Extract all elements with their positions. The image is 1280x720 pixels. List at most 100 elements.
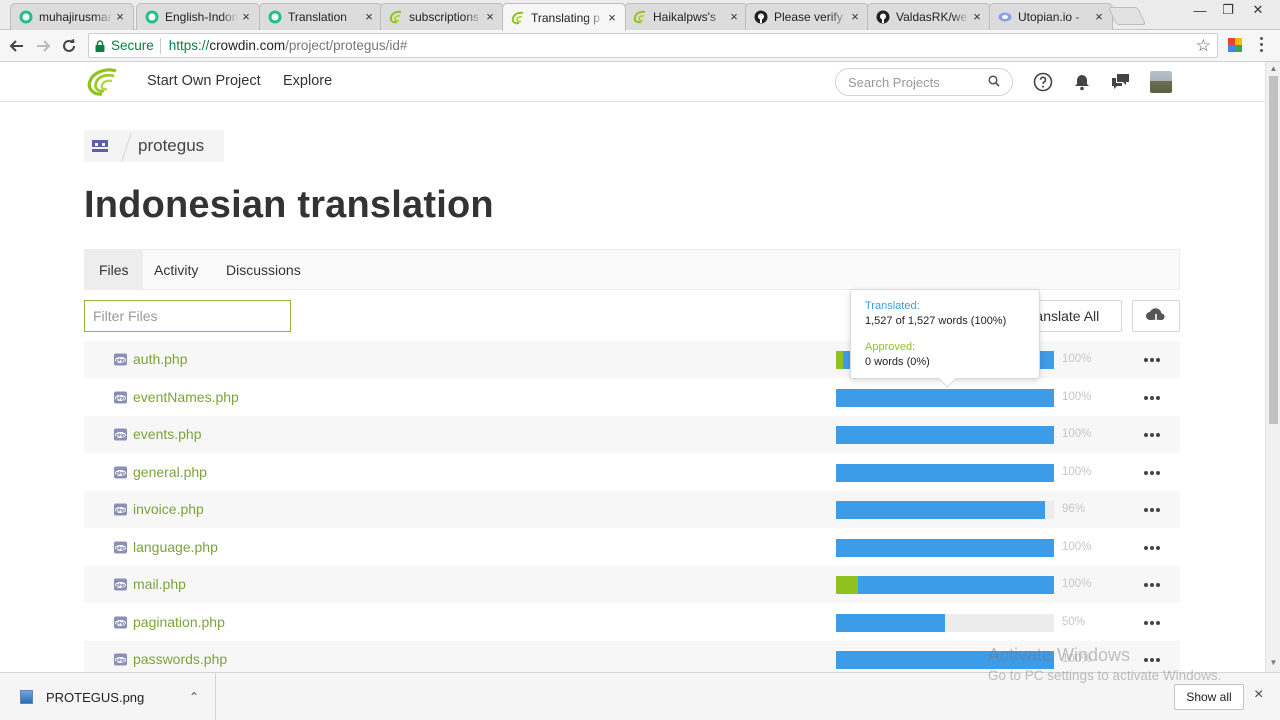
watermark-title: Activate Windows — [988, 645, 1131, 665]
minimize-icon[interactable]: — — [1186, 0, 1214, 20]
nav-start-own-project[interactable]: Start Own Project — [147, 73, 261, 89]
browser-tab[interactable]: Translation × — [259, 3, 383, 30]
svg-text:php: php — [116, 508, 125, 513]
tab-files[interactable]: Files — [85, 250, 143, 289]
back-icon[interactable] — [5, 34, 29, 58]
browser-tab-title: Translating p — [531, 10, 600, 25]
forward-icon[interactable] — [31, 34, 55, 58]
browser-tab[interactable]: muhajirusman × — [10, 3, 134, 30]
file-row[interactable]: php mail.php 100% — [84, 566, 1180, 604]
svg-text:php: php — [116, 395, 125, 400]
translation-progress-bar[interactable] — [836, 576, 1054, 594]
svg-text:php: php — [116, 470, 125, 475]
file-row[interactable]: php pagination.php 50% — [84, 604, 1180, 641]
translation-progress-bar[interactable] — [836, 538, 1054, 557]
file-row[interactable]: php language.php 100% — [84, 529, 1180, 566]
tooltip-approved-label: Approved: — [865, 341, 916, 353]
browser-tab[interactable]: Please verify × — [745, 3, 869, 30]
translated-progress-fill — [836, 463, 1054, 482]
file-row[interactable]: php general.php 100% — [84, 454, 1180, 491]
scroll-down-icon[interactable]: ▼ — [1269, 658, 1278, 667]
address-bar[interactable]: Secure https://crowdin.com/project/prote… — [88, 33, 1218, 58]
windows-activation-watermark: Activate Windows Go to PC settings to ac… — [988, 645, 1221, 683]
file-name-link[interactable]: mail.php — [133, 576, 186, 592]
file-list: php auth.php 100% php eventNames.php 100% php e… — [84, 341, 1180, 672]
file-row[interactable]: php events.php 100% — [84, 416, 1180, 454]
url-path: /project/protegus/id# — [285, 38, 408, 53]
tab-discussions[interactable]: Discussions — [212, 250, 315, 289]
file-name-link[interactable]: passwords.php — [133, 651, 227, 667]
download-cloud-button[interactable] — [1132, 300, 1180, 332]
browser-tab[interactable]: subscriptions × — [380, 3, 504, 30]
extension-icon[interactable] — [1228, 38, 1242, 52]
messages-icon[interactable] — [1111, 72, 1131, 92]
more-options-icon[interactable] — [1144, 470, 1160, 475]
breadcrumb-project-link[interactable]: protegus — [138, 136, 204, 156]
more-options-icon[interactable] — [1144, 358, 1160, 362]
search-projects-input[interactable]: Search Projects — [835, 68, 1013, 96]
browser-tab[interactable]: Haikalpws's × — [624, 3, 748, 30]
new-tab-button[interactable] — [1107, 7, 1147, 25]
tab-close-icon[interactable]: × — [1092, 10, 1106, 24]
close-download-shelf-icon[interactable]: × — [1254, 686, 1263, 704]
filter-files-input[interactable] — [84, 300, 291, 332]
tab-close-icon[interactable]: × — [483, 10, 497, 24]
browser-menu-icon[interactable] — [1258, 37, 1264, 52]
tab-close-icon[interactable]: × — [970, 10, 984, 24]
restore-icon[interactable]: ❐ — [1214, 0, 1242, 20]
search-icon[interactable] — [988, 74, 1000, 90]
help-icon[interactable] — [1033, 72, 1053, 92]
project-icon[interactable] — [84, 139, 116, 153]
show-all-downloads-button[interactable]: Show all — [1174, 684, 1244, 710]
svg-text:php: php — [116, 545, 125, 550]
scrollbar-thumb[interactable] — [1269, 76, 1278, 424]
tab-close-icon[interactable]: × — [848, 10, 862, 24]
translated-progress-fill — [836, 538, 1054, 557]
more-options-icon[interactable] — [1144, 395, 1160, 400]
chevron-up-icon[interactable]: ⌃ — [189, 690, 199, 704]
tab-close-icon[interactable]: × — [605, 10, 619, 25]
user-avatar[interactable] — [1150, 71, 1172, 93]
notifications-bell-icon[interactable] — [1072, 72, 1092, 92]
file-name-link[interactable]: eventNames.php — [133, 389, 239, 405]
browser-tab[interactable]: ValdasRK/we × — [867, 3, 991, 30]
page-scrollbar[interactable]: ▲ ▼ — [1265, 62, 1280, 672]
browser-tab[interactable]: Utopian.io - × — [989, 3, 1113, 30]
file-name-link[interactable]: invoice.php — [133, 501, 204, 517]
tab-close-icon[interactable]: × — [362, 10, 376, 24]
scroll-up-icon[interactable]: ▲ — [1269, 64, 1278, 73]
file-name-link[interactable]: pagination.php — [133, 614, 225, 630]
progress-percent: 100% — [1062, 390, 1092, 403]
svg-text:php: php — [116, 583, 125, 588]
crowdin-logo[interactable] — [86, 67, 120, 102]
more-options-icon[interactable] — [1144, 545, 1160, 550]
file-row[interactable]: php eventNames.php 100% — [84, 379, 1180, 416]
file-name-link[interactable]: events.php — [133, 426, 202, 442]
file-name-link[interactable]: auth.php — [133, 351, 188, 367]
translation-progress-bar[interactable] — [836, 501, 1054, 519]
file-name-link[interactable]: general.php — [133, 464, 207, 480]
breadcrumb-separator — [116, 130, 138, 162]
browser-tab[interactable]: Translating p × — [502, 3, 626, 31]
tab-close-icon[interactable]: × — [727, 10, 741, 24]
bookmark-star-icon[interactable]: ☆ — [1196, 36, 1211, 56]
file-row[interactable]: php invoice.php 96% — [84, 491, 1180, 529]
more-options-icon[interactable] — [1144, 508, 1160, 512]
more-options-icon[interactable] — [1144, 433, 1160, 437]
window-close-icon[interactable]: ✕ — [1244, 0, 1272, 20]
more-options-icon[interactable] — [1144, 620, 1160, 625]
reload-icon[interactable] — [57, 34, 81, 58]
browser-tab[interactable]: English-Indonesian× — [136, 3, 260, 30]
tab-close-icon[interactable]: × — [113, 10, 127, 24]
translation-progress-bar[interactable] — [836, 613, 1054, 632]
translation-progress-bar[interactable] — [836, 388, 1054, 407]
download-item[interactable]: PROTEGUS.png ⌃ — [0, 673, 216, 720]
file-name-link[interactable]: language.php — [133, 539, 218, 555]
tab-activity[interactable]: Activity — [140, 250, 212, 289]
more-options-icon[interactable] — [1144, 583, 1160, 587]
translation-progress-bar[interactable] — [836, 463, 1054, 482]
tab-close-icon[interactable]: × — [239, 10, 253, 24]
translated-progress-fill — [836, 388, 1054, 407]
nav-explore[interactable]: Explore — [283, 73, 332, 89]
translation-progress-bar[interactable] — [836, 426, 1054, 444]
